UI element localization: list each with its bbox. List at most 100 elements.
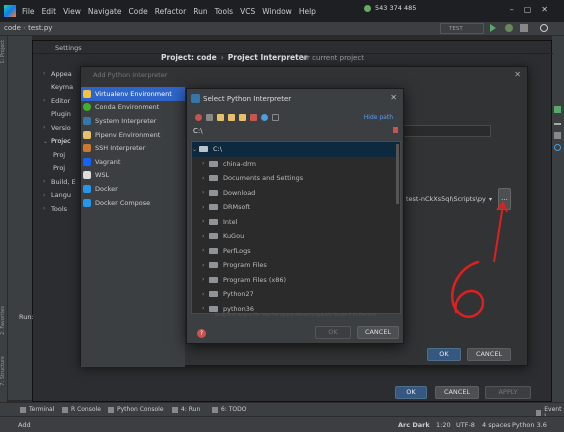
sidebar-item[interactable]: › Tools <box>43 202 85 216</box>
cursor-position[interactable]: 1:20 <box>436 421 451 429</box>
add-cancel-button[interactable]: CANCEL <box>467 348 511 361</box>
settings-title: Settings <box>55 44 82 52</box>
remove-icon[interactable] <box>554 123 561 125</box>
menu-view[interactable]: View <box>63 7 81 16</box>
settings-apply-button[interactable]: APPLY <box>485 386 531 399</box>
tree-item[interactable]: › Program Files (x86) <box>192 273 400 288</box>
run-config-select[interactable]: TEST <box>440 23 484 34</box>
settings-header: Project: code › Project Interpreter <box>161 53 308 62</box>
folder-icon <box>209 233 218 240</box>
room-badge: 543 374 485 <box>364 4 416 12</box>
tab-python-console[interactable]: Python Console <box>108 406 164 413</box>
add-icon[interactable] <box>554 106 561 113</box>
favorites-tab[interactable]: 2: Favorites <box>0 306 8 335</box>
debug-icon[interactable] <box>505 24 513 32</box>
menu-navigate[interactable]: Navigate <box>88 7 122 16</box>
python-version[interactable]: Python 3.6 <box>512 421 547 429</box>
tree-item[interactable]: › china-drm <box>192 157 400 172</box>
show-hidden-icon[interactable] <box>272 114 279 121</box>
help-icon[interactable]: ? <box>197 329 206 338</box>
home-icon[interactable] <box>195 114 202 121</box>
indent-setting[interactable]: 4 spaces <box>482 421 511 429</box>
delete-icon[interactable] <box>250 114 257 121</box>
sidebar-item[interactable]: › Build, E <box>43 175 85 189</box>
sidebar-item[interactable]: Keyma <box>43 81 85 95</box>
tab-todo[interactable]: 6: TODO <box>212 406 246 413</box>
env-docker-compose[interactable]: Docker Compose <box>81 196 185 210</box>
run-icon[interactable] <box>490 24 496 32</box>
select-cancel-button[interactable]: CANCEL <box>357 326 399 339</box>
tab-terminal[interactable]: Terminal <box>20 406 54 413</box>
env-pipenv[interactable]: Pipenv Environment <box>81 128 185 142</box>
menu-help[interactable]: Help <box>299 7 316 16</box>
path-field[interactable]: C:\ <box>193 127 398 135</box>
up-icon[interactable] <box>554 132 561 139</box>
tree-item[interactable]: › DRMsoft <box>192 200 400 215</box>
tree-item[interactable]: › Program Files <box>192 258 400 273</box>
browse-button[interactable]: ... <box>498 188 511 210</box>
env-docker[interactable]: Docker <box>81 182 185 196</box>
project-tab[interactable]: 1: Project <box>0 40 8 64</box>
project-panel <box>8 36 32 400</box>
menu-edit[interactable]: Edit <box>42 7 57 16</box>
sidebar-item[interactable]: › Langu <box>43 189 85 203</box>
window-controls[interactable]: –▢✕ <box>510 5 558 14</box>
chevron-down-icon[interactable]: ▾ <box>489 196 492 203</box>
breadcrumb-project[interactable]: code <box>4 24 21 32</box>
new-folder-icon[interactable] <box>228 114 235 121</box>
tree-item[interactable]: › Download <box>192 186 400 201</box>
menu-run[interactable]: Run <box>193 7 207 16</box>
refresh-icon[interactable] <box>261 114 268 121</box>
environment-list: Virtualenv Environment Conda Environment… <box>81 87 185 367</box>
structure-tab[interactable]: 7: Structure <box>0 356 8 386</box>
env-wsl[interactable]: WSL <box>81 169 185 183</box>
desktop-icon[interactable] <box>206 114 213 121</box>
sidebar-item[interactable]: Proj <box>43 162 85 176</box>
sidebar-item[interactable]: Plugin <box>43 108 85 122</box>
scrollbar[interactable] <box>396 144 399 204</box>
tree-item[interactable]: › Python27 <box>192 287 400 302</box>
folder-icon[interactable] <box>239 114 246 121</box>
theme-name[interactable]: Arc Dark <box>398 421 430 429</box>
search-icon[interactable] <box>540 24 548 32</box>
close-icon[interactable]: ✕ <box>514 70 521 79</box>
env-vagrant[interactable]: Vagrant <box>81 155 185 169</box>
run-label: Run: <box>19 313 34 321</box>
breadcrumb-file[interactable]: test.py <box>28 24 52 32</box>
project-icon[interactable] <box>217 114 224 121</box>
for-current-project: For current project <box>299 54 364 62</box>
settings-ok-button[interactable]: OK <box>395 386 427 399</box>
sidebar-item[interactable]: › Editor <box>43 94 85 108</box>
select-ok-button[interactable]: OK <box>315 326 351 339</box>
env-system[interactable]: System Interpreter <box>81 114 185 128</box>
sidebar-item[interactable]: › Versio <box>43 121 85 135</box>
menu-code[interactable]: Code <box>129 7 148 16</box>
tree-item[interactable]: › Documents and Settings <box>192 171 400 186</box>
tab-r-console[interactable]: R Console <box>62 406 101 413</box>
file-encoding[interactable]: UTF-8 <box>456 421 475 429</box>
tree-root[interactable]: ⌄ C:\ <box>192 142 400 157</box>
menu-file[interactable]: File <box>22 7 35 16</box>
sidebar-item[interactable]: ⌄ Projec <box>43 135 85 149</box>
add-ok-button[interactable]: OK <box>427 348 461 361</box>
sidebar-item[interactable]: Proj <box>43 148 85 162</box>
menu-refactor[interactable]: Refactor <box>155 7 186 16</box>
eye-icon[interactable] <box>554 144 561 151</box>
menu-tools[interactable]: Tools <box>215 7 233 16</box>
tree-item[interactable]: › PerfLogs <box>192 244 400 259</box>
sidebar-item[interactable]: › Appea <box>43 67 85 81</box>
download-icon[interactable] <box>393 127 398 133</box>
env-ssh[interactable]: SSH Interpreter <box>81 141 185 155</box>
left-tool-strip: 1: Project 2: Favorites 7: Structure <box>0 36 8 402</box>
settings-cancel-button[interactable]: CANCEL <box>435 386 479 399</box>
env-conda[interactable]: Conda Environment <box>81 101 185 115</box>
stop-icon[interactable] <box>520 24 528 32</box>
hide-path-link[interactable]: Hide path <box>364 114 393 121</box>
close-icon[interactable]: ✕ <box>390 93 397 102</box>
tree-item[interactable]: › KuGou <box>192 229 400 244</box>
menu-window[interactable]: Window <box>262 7 292 16</box>
tab-run[interactable]: 4: Run <box>172 406 200 413</box>
tree-item[interactable]: › Intel <box>192 215 400 230</box>
env-virtualenv[interactable]: Virtualenv Environment <box>81 87 185 101</box>
menu-vcs[interactable]: VCS <box>240 7 255 16</box>
